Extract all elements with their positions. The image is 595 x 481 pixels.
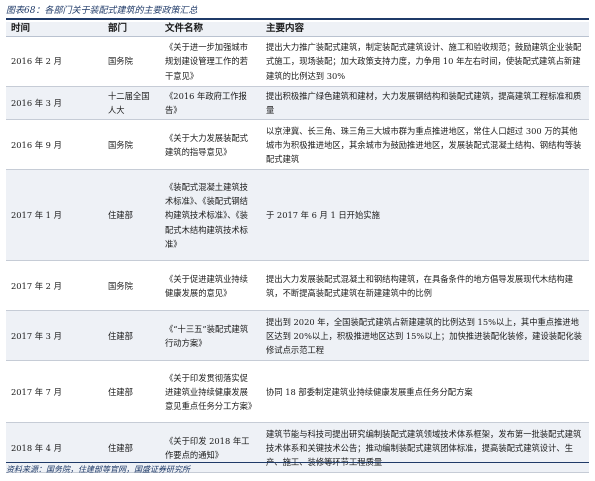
row-content: 于 2017 年 6 月 1 日开始实施	[261, 169, 589, 262]
row-time: 2017 年 3 月	[6, 310, 103, 362]
row-dept: 国务院	[103, 36, 160, 87]
table-row: 2016 年 2 月 国务院 《关于进一步加强城市规划建设管理工作的若干意见》 …	[6, 36, 589, 87]
caption-divider	[6, 18, 589, 20]
table-row: 2017 年 1 月 住建部 《装配式混凝土建筑技术标准》、《装配式钢结构建筑技…	[6, 169, 589, 262]
row-time: 2017 年 1 月	[6, 169, 103, 262]
row-doc: 《关于进一步加强城市规划建设管理工作的若干意见》	[160, 36, 261, 87]
row-time: 2016 年 3 月	[6, 86, 103, 121]
row-time: 2017 年 2 月	[6, 260, 103, 312]
row-dept: 住建部	[103, 360, 160, 424]
row-content: 协同 18 部委制定建筑业持续健康发展重点任务分配方案	[261, 360, 589, 424]
row-dept: 住建部	[103, 310, 160, 362]
row-doc: 《“十三五”装配式建筑行动方案》	[160, 310, 261, 362]
row-content: 提出大力推广装配式建筑，制定装配式建筑设计、施工和验收规范；鼓励建筑企业装配式施…	[261, 36, 589, 87]
column-header-content: 主要内容	[261, 22, 589, 37]
row-content: 以京津冀、长三角、珠三角三大城市群为重点推进地区，常住人口超过 300 万的其他…	[261, 119, 589, 171]
row-doc: 《2016 年政府工作报告》	[160, 86, 261, 121]
row-content: 提出到 2020 年，全国装配式建筑占新建建筑的比例达到 15%以上，其中重点推…	[261, 310, 589, 362]
table-row: 2016 年 3 月 十二届全国人大 《2016 年政府工作报告》 提出积极推广…	[6, 86, 589, 121]
table-row: 2017 年 3 月 住建部 《“十三五”装配式建筑行动方案》 提出到 2020…	[6, 310, 589, 362]
column-header-dept: 部门	[103, 22, 160, 37]
row-time: 2017 年 7 月	[6, 360, 103, 424]
table-row: 2016 年 9 月 国务院 《关于大力发展装配式建筑的指导意见》 以京津冀、长…	[6, 119, 589, 171]
row-doc: 《关于印发贯彻落实促进建筑业持续健康发展意见重点任务分工方案》	[160, 360, 261, 424]
column-header-time: 时间	[6, 22, 103, 37]
row-doc: 《关于促进建筑业持续健康发展的意见》	[160, 260, 261, 312]
source-divider	[6, 462, 589, 463]
row-dept: 住建部	[103, 169, 160, 262]
policy-table: 时间 部门 文件名称 主要内容 2016 年 2 月 国务院 《关于进一步加强城…	[6, 22, 589, 474]
source-note: 资料来源：国务院，住建部等官网，国盛证券研究所	[6, 465, 190, 474]
row-doc: 《关于大力发展装配式建筑的指导意见》	[160, 119, 261, 171]
row-content: 提出积极推广绿色建筑和建材，大力发展钢结构和装配式建筑，提高建筑工程标准和质量	[261, 86, 589, 121]
row-content: 建筑节能与科技司提出研究编制装配式建筑领域技术体系框架，发布第一批装配式建筑技术…	[261, 422, 589, 474]
row-time: 2016 年 9 月	[6, 119, 103, 171]
row-time: 2016 年 2 月	[6, 36, 103, 87]
row-doc: 《装配式混凝土建筑技术标准》、《装配式钢结构建筑技术标准》、《装配式木结构建筑技…	[160, 169, 261, 262]
figure-caption: 图表68：各部门关于装配式建筑的主要政策汇总	[6, 6, 198, 16]
row-dept: 十二届全国人大	[103, 86, 160, 121]
table-row: 2017 年 2 月 国务院 《关于促进建筑业持续健康发展的意见》 提出大力发展…	[6, 260, 589, 312]
row-dept: 国务院	[103, 260, 160, 312]
table-row: 2017 年 7 月 住建部 《关于印发贯彻落实促进建筑业持续健康发展意见重点任…	[6, 360, 589, 424]
table-header-row: 时间 部门 文件名称 主要内容	[6, 22, 589, 37]
row-dept: 国务院	[103, 119, 160, 171]
column-header-doc: 文件名称	[160, 22, 261, 37]
row-content: 提出大力发展装配式混凝土和钢结构建筑，在具备条件的地方倡导发展现代木结构建筑，不…	[261, 260, 589, 312]
